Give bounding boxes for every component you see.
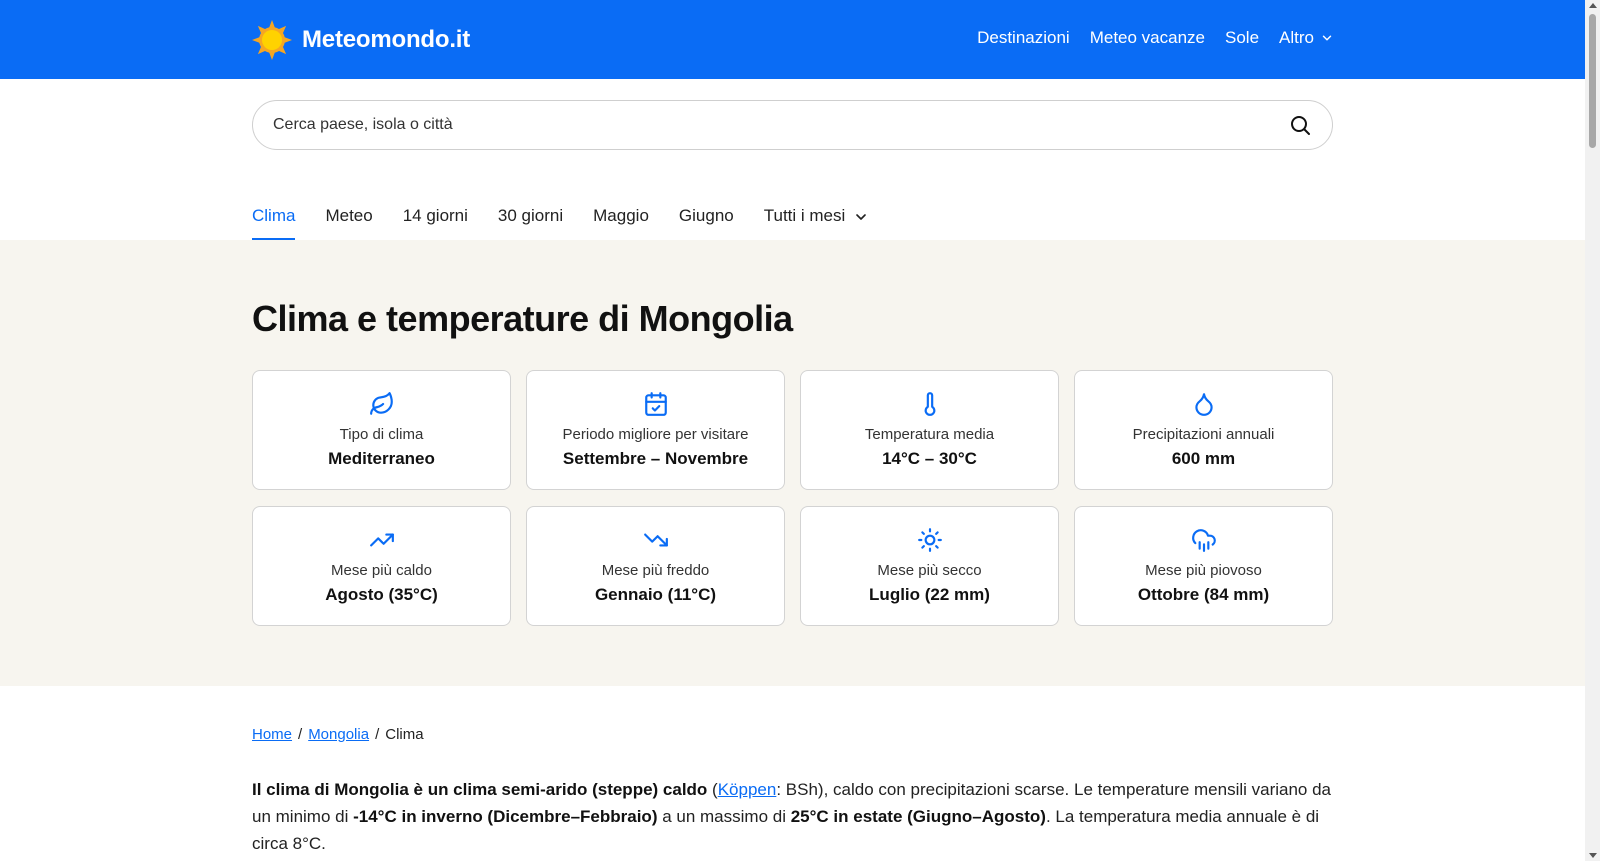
tab-meteo[interactable]: Meteo	[325, 198, 372, 240]
climate-cards: Tipo di clima Mediterraneo Periodo migli…	[252, 370, 1334, 626]
tab-tutti-i-mesi-label: Tutti i mesi	[763, 206, 846, 225]
section-tabs: Clima Meteo 14 giorni 30 giorni Maggio G…	[252, 198, 869, 240]
card-value: Mediterraneo	[328, 449, 435, 468]
nav-meteo-vacanze[interactable]: Meteo vacanze	[1090, 28, 1205, 48]
scroll-up-icon[interactable]	[1589, 3, 1597, 8]
nav-altro-dropdown[interactable]: Altro	[1279, 28, 1334, 48]
breadcrumb: Home / Mongolia / Clima	[252, 726, 424, 743]
card-label: Tipo di clima	[339, 426, 424, 443]
breadcrumb-current: Clima	[385, 726, 424, 743]
card-value: 14°C – 30°C	[882, 449, 977, 468]
card-label: Periodo migliore per visitare	[562, 426, 749, 443]
nav-destinazioni[interactable]: Destinazioni	[977, 28, 1070, 48]
sun-logo-icon	[252, 20, 292, 60]
card-value: 600 mm	[1171, 449, 1236, 468]
tab-clima[interactable]: Clima	[252, 198, 296, 240]
card-mese-freddo: Mese più freddo Gennaio (11°C)	[526, 506, 785, 626]
intro-text: (	[707, 780, 718, 799]
card-value: Gennaio (11°C)	[594, 585, 717, 604]
trending-down-icon	[643, 533, 668, 547]
nav-altro-label: Altro	[1279, 28, 1314, 47]
card-label: Mese più caldo	[331, 562, 432, 579]
calendar-check-icon	[644, 392, 667, 416]
chevron-down-icon	[856, 214, 867, 220]
card-mese-secco: Mese più secco Luglio (22 mm)	[800, 506, 1059, 626]
card-label: Mese più piovoso	[1145, 562, 1262, 579]
breadcrumb-separator: /	[298, 726, 303, 743]
tab-14-giorni[interactable]: 14 giorni	[403, 198, 468, 240]
koppen-link[interactable]: Köppen	[718, 780, 777, 799]
card-mese-caldo: Mese più caldo Agosto (35°C)	[252, 506, 511, 626]
tab-tutti-i-mesi[interactable]: Tutti i mesi	[764, 198, 870, 240]
climate-summary: Clima e temperature di Mongolia Tipo di …	[0, 240, 1585, 686]
search-input[interactable]	[273, 116, 1288, 134]
brand-link[interactable]: Meteomondo.it	[252, 20, 470, 60]
top-header: Meteomondo.it Destinazioni Meteo vacanze…	[0, 0, 1585, 79]
card-temperatura-media: Temperatura media 14°C – 30°C	[800, 370, 1059, 490]
tab-giugno[interactable]: Giugno	[679, 198, 734, 240]
card-periodo-migliore: Periodo migliore per visitare Settembre …	[526, 370, 785, 490]
page-title: Clima e temperature di Mongolia	[252, 298, 793, 339]
tab-30-giorni[interactable]: 30 giorni	[498, 198, 563, 240]
page-scrollbar[interactable]	[1585, 0, 1600, 861]
cloud-rain-icon	[1191, 529, 1216, 552]
search-icon[interactable]	[1288, 113, 1312, 137]
chevron-down-icon	[1322, 35, 1332, 41]
trending-up-icon	[369, 533, 394, 547]
breadcrumb-country-link[interactable]: Mongolia	[308, 726, 369, 743]
top-nav: Destinazioni Meteo vacanze Sole Altro	[977, 28, 1334, 48]
breadcrumb-separator: /	[375, 726, 380, 743]
card-value: Settembre – Novembre	[562, 449, 749, 468]
search-bar	[252, 100, 1333, 150]
card-precipitazioni: Precipitazioni annuali 600 mm	[1074, 370, 1333, 490]
intro-bold-text: Il clima di Mongolia è un clima semi-ari…	[252, 780, 708, 799]
nav-sole[interactable]: Sole	[1225, 28, 1259, 48]
droplet-icon	[1194, 393, 1213, 416]
brand-name: Meteomondo.it	[302, 26, 471, 53]
tab-maggio[interactable]: Maggio	[593, 198, 649, 240]
breadcrumb-home-link[interactable]: Home	[252, 726, 292, 743]
scroll-thumb[interactable]	[1589, 14, 1596, 148]
scroll-down-icon[interactable]	[1589, 853, 1597, 858]
card-value: Luglio (22 mm)	[869, 585, 990, 604]
thermometer-icon	[924, 392, 935, 416]
intro-bold-text: -14°C in inverno (Dicembre–Febbraio)	[353, 807, 658, 826]
card-label: Temperatura media	[864, 426, 995, 443]
leaf-icon	[369, 392, 393, 415]
sun-icon	[917, 528, 942, 552]
card-value: Ottobre (84 mm)	[1137, 585, 1270, 604]
card-label: Mese più secco	[877, 562, 982, 579]
intro-bold-text: 25°C in estate (Giugno–Agosto)	[790, 807, 1046, 826]
intro-text: a un massimo di	[657, 807, 791, 826]
card-tipo-clima: Tipo di clima Mediterraneo	[252, 370, 511, 490]
card-mese-piovoso: Mese più piovoso Ottobre (84 mm)	[1074, 506, 1333, 626]
card-label: Mese più freddo	[601, 562, 710, 579]
card-value: Agosto (35°C)	[325, 585, 438, 604]
climate-intro-paragraph: Il clima di Mongolia è un clima semi-ari…	[252, 776, 1334, 857]
card-label: Precipitazioni annuali	[1132, 426, 1275, 443]
